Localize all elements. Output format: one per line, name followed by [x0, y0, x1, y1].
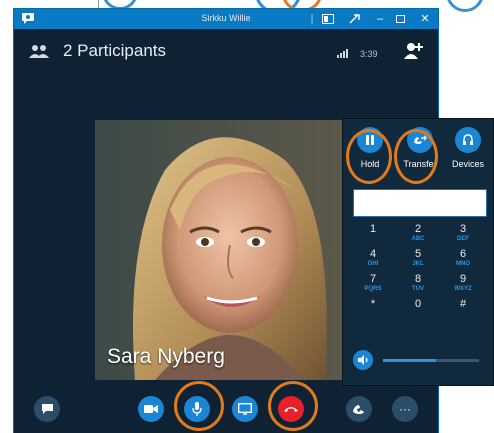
key-letters: DEF [457, 236, 469, 242]
devices-button[interactable]: Devices [448, 127, 488, 169]
call-controls-button[interactable] [346, 396, 372, 422]
dialpad-key[interactable]: 5 JKL [396, 248, 440, 270]
pop-out-icon[interactable] [349, 14, 360, 24]
key-digit: 0 [414, 298, 422, 310]
dialpad-key[interactable]: 2 ABC [396, 223, 440, 245]
annotation-ring-hangup [268, 381, 318, 431]
participant-video: Sara Nyberg [95, 120, 356, 380]
key-letters: GHI [367, 261, 379, 267]
dialpad-key[interactable]: 9 WXYZ [441, 273, 485, 295]
key-letters: PQRS [364, 286, 382, 292]
speaker-icon [357, 355, 368, 365]
key-letters: JKL [412, 261, 424, 267]
separator: | [310, 13, 314, 25]
dialpad-key[interactable]: 3 DEF [441, 223, 485, 245]
add-person-icon[interactable] [402, 41, 424, 61]
maximize-button[interactable] [396, 15, 405, 23]
dialpad-key[interactable]: 4 GHI [351, 248, 395, 270]
volume-control [351, 347, 485, 375]
call-header: 2 Participants 3:39 [14, 29, 438, 73]
key-digit: * [370, 298, 376, 310]
signal-strength-icon [337, 49, 348, 58]
key-letters: ABC [411, 236, 425, 242]
dialpad-key[interactable]: 6 MNO [441, 248, 485, 270]
dialpad-key[interactable]: 7 PQRS [351, 273, 395, 295]
chat-icon [41, 404, 53, 414]
key-digit: # [459, 298, 467, 310]
key-digit: 7 [369, 273, 377, 285]
dialpad-key[interactable]: 1 [351, 223, 395, 245]
dialpad-key[interactable]: 0 [396, 298, 440, 320]
dialpad-key[interactable]: 8 TUV [396, 273, 440, 295]
participants-icon[interactable] [26, 43, 52, 61]
ellipsis-icon: ··· [399, 402, 411, 416]
more-options-button[interactable]: ··· [392, 396, 418, 422]
annotation-ring-hold [346, 129, 392, 184]
volume-fill [383, 359, 436, 362]
dialpad-key[interactable]: # [441, 298, 485, 320]
minimize-button[interactable]: – [371, 11, 389, 27]
key-digit: 4 [369, 248, 377, 260]
key-digit: 9 [459, 273, 467, 285]
participant-name: Sara Nyberg [107, 345, 225, 368]
key-digit: 6 [459, 248, 467, 260]
key-letters: WXYZ [454, 286, 472, 292]
headset-icon [463, 134, 473, 145]
volume-track[interactable] [383, 359, 479, 362]
devices-label: Devices [451, 159, 484, 169]
annotation-ring-top-right [446, 0, 484, 12]
key-letters: TUV [412, 286, 424, 292]
participant-photo [95, 120, 356, 380]
annotation-ring-transfer [394, 129, 438, 184]
key-digit: 2 [414, 223, 422, 235]
present-button[interactable] [232, 396, 258, 422]
call-controls: ··· [14, 389, 438, 433]
dialpad-phone-icon [353, 405, 364, 414]
key-digit: 3 [459, 223, 467, 235]
title-bar: Sirkku Willie | – ✕ [14, 9, 438, 29]
video-camera-icon [144, 405, 158, 413]
key-digit: 1 [369, 223, 377, 235]
key-digit: 8 [414, 273, 422, 285]
close-button[interactable]: ✕ [416, 11, 434, 27]
layout-icon[interactable] [322, 14, 334, 24]
present-screen-icon [238, 403, 252, 415]
call-duration: 3:39 [360, 49, 378, 59]
dialpad-key[interactable]: * [351, 298, 395, 320]
im-button[interactable] [34, 396, 60, 422]
key-digit: 5 [414, 248, 422, 260]
participants-label[interactable]: 2 Participants [63, 41, 166, 61]
video-button[interactable] [138, 396, 164, 422]
dial-number-input[interactable] [353, 189, 487, 217]
key-letters: MNO [456, 261, 470, 267]
speaker-button[interactable] [353, 350, 373, 370]
annotation-ring-mute [174, 381, 224, 431]
devices-circle [455, 127, 481, 153]
